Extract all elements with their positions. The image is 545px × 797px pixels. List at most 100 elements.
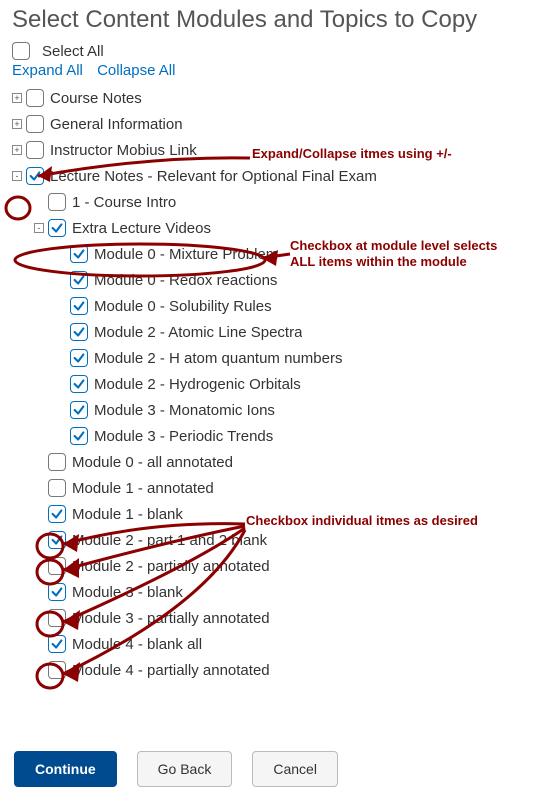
tree-row: - Lecture Notes - Relevant for Optional F… <box>12 163 545 189</box>
toggler-spacer <box>56 353 66 363</box>
toggler-spacer <box>34 509 44 519</box>
item-checkbox[interactable] <box>26 141 44 159</box>
toggler-spacer <box>34 587 44 597</box>
toggler-spacer <box>56 327 66 337</box>
item-label: Module 2 - Hydrogenic Orbitals <box>94 376 301 393</box>
item-checkbox[interactable] <box>26 89 44 107</box>
item-label: Module 2 - part 1 and 2 blank <box>72 532 267 549</box>
tree-row: 1 - Course Intro <box>12 189 545 215</box>
continue-button[interactable]: Continue <box>14 751 117 787</box>
tree-row: Module 3 - Monatomic Ions <box>12 397 545 423</box>
expand-icon[interactable]: + <box>12 93 22 103</box>
item-checkbox[interactable] <box>70 323 88 341</box>
toggler-spacer <box>56 431 66 441</box>
tree-row: Module 1 - annotated <box>12 475 545 501</box>
tree-row: Module 2 - partially annotated <box>12 553 545 579</box>
item-label: Course Notes <box>50 90 142 107</box>
toggler-spacer <box>34 665 44 675</box>
item-checkbox[interactable] <box>48 479 66 497</box>
item-checkbox[interactable] <box>48 453 66 471</box>
item-checkbox[interactable] <box>70 245 88 263</box>
item-label: Module 0 - all annotated <box>72 454 233 471</box>
item-label: Module 2 - H atom quantum numbers <box>94 350 342 367</box>
toggler-spacer <box>56 249 66 259</box>
item-label: 1 - Course Intro <box>72 194 176 211</box>
item-label: Extra Lecture Videos <box>72 220 211 237</box>
toggler-spacer <box>56 405 66 415</box>
item-checkbox[interactable] <box>70 297 88 315</box>
item-label: Module 3 - partially annotated <box>72 610 270 627</box>
select-all-label: Select All <box>42 43 104 60</box>
select-all-checkbox[interactable] <box>12 42 30 60</box>
item-checkbox[interactable] <box>70 427 88 445</box>
item-label: Module 4 - partially annotated <box>72 662 270 679</box>
tree-row: Module 0 - all annotated <box>12 449 545 475</box>
item-label: Module 3 - Monatomic Ions <box>94 402 275 419</box>
tree-row: Module 3 - blank <box>12 579 545 605</box>
tree-row: Module 4 - partially annotated <box>12 657 545 683</box>
item-checkbox[interactable] <box>48 531 66 549</box>
toggler-spacer <box>34 561 44 571</box>
toggler-spacer <box>34 197 44 207</box>
tree-row: Module 0 - Mixture Problem <box>12 241 545 267</box>
item-label: Module 0 - Redox reactions <box>94 272 277 289</box>
item-label: General Information <box>50 116 183 133</box>
item-checkbox[interactable] <box>48 609 66 627</box>
item-checkbox[interactable] <box>48 661 66 679</box>
item-label: Module 0 - Mixture Problem <box>94 246 278 263</box>
tree-row: - Extra Lecture Videos <box>12 215 545 241</box>
expand-icon[interactable]: + <box>12 145 22 155</box>
tree-row: Module 2 - Hydrogenic Orbitals <box>12 371 545 397</box>
toggler-spacer <box>56 301 66 311</box>
tree-row: Module 2 - part 1 and 2 blank <box>12 527 545 553</box>
tree-row: + Course Notes <box>12 85 545 111</box>
go-back-button[interactable]: Go Back <box>137 751 233 787</box>
item-label: Module 0 - Solubility Rules <box>94 298 272 315</box>
item-label: Module 1 - blank <box>72 506 183 523</box>
item-label: Module 3 - Periodic Trends <box>94 428 273 445</box>
item-checkbox[interactable] <box>48 583 66 601</box>
toggler-spacer <box>56 379 66 389</box>
cancel-button[interactable]: Cancel <box>252 751 338 787</box>
item-label: Module 2 - partially annotated <box>72 558 270 575</box>
item-checkbox[interactable] <box>48 505 66 523</box>
item-label: Module 1 - annotated <box>72 480 214 497</box>
item-checkbox[interactable] <box>70 375 88 393</box>
item-checkbox[interactable] <box>48 219 66 237</box>
tree-row: + Instructor Mobius Link <box>12 137 545 163</box>
tree-row: + General Information <box>12 111 545 137</box>
tree-row: Module 3 - partially annotated <box>12 605 545 631</box>
expand-icon[interactable]: + <box>12 119 22 129</box>
collapse-all-link[interactable]: Collapse All <box>97 62 175 79</box>
toggler-spacer <box>34 613 44 623</box>
item-checkbox[interactable] <box>70 401 88 419</box>
item-checkbox[interactable] <box>48 635 66 653</box>
item-checkbox[interactable] <box>26 167 44 185</box>
toggler-spacer <box>34 535 44 545</box>
expand-all-link[interactable]: Expand All <box>12 62 83 79</box>
tree-row: Module 0 - Redox reactions <box>12 267 545 293</box>
collapse-icon[interactable]: - <box>34 223 44 233</box>
page-title: Select Content Modules and Topics to Cop… <box>12 6 545 34</box>
item-checkbox[interactable] <box>26 115 44 133</box>
item-checkbox[interactable] <box>70 349 88 367</box>
tree-row: Module 2 - Atomic Line Spectra <box>12 319 545 345</box>
toggler-spacer <box>34 483 44 493</box>
tree-row: Module 0 - Solubility Rules <box>12 293 545 319</box>
item-label: Instructor Mobius Link <box>50 142 197 159</box>
item-label: Module 2 - Atomic Line Spectra <box>94 324 302 341</box>
toggler-spacer <box>34 457 44 467</box>
tree-row: Module 4 - blank all <box>12 631 545 657</box>
item-checkbox[interactable] <box>48 557 66 575</box>
tree-row: Module 1 - blank <box>12 501 545 527</box>
item-checkbox[interactable] <box>70 271 88 289</box>
item-label: Module 3 - blank <box>72 584 183 601</box>
item-label: Module 4 - blank all <box>72 636 202 653</box>
collapse-icon[interactable]: - <box>12 171 22 181</box>
item-label: Lecture Notes - Relevant for Optional Fi… <box>50 168 377 185</box>
module-tree: + Course Notes + General Information + Instru… <box>12 85 545 683</box>
item-checkbox[interactable] <box>48 193 66 211</box>
toggler-spacer <box>34 639 44 649</box>
tree-row: Module 2 - H atom quantum numbers <box>12 345 545 371</box>
tree-row: Module 3 - Periodic Trends <box>12 423 545 449</box>
